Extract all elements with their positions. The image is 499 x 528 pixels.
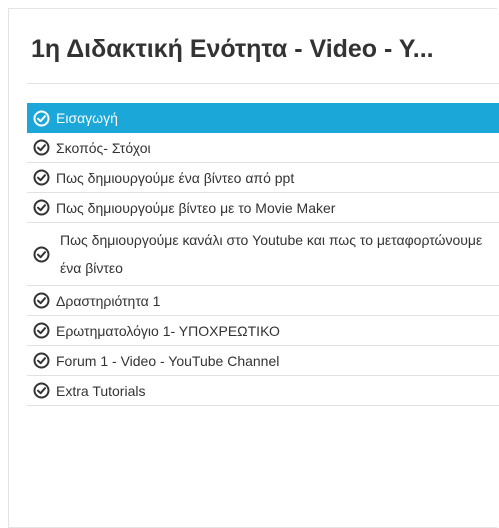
lesson-label: Δραστηριότητα 1 bbox=[56, 292, 161, 309]
lesson-label: Ερωτηματολόγιο 1- ΥΠΟΧΡΕΩΤΙΚΟ bbox=[56, 322, 280, 339]
lesson-item-questionnaire-1[interactable]: Ερωτηματολόγιο 1- ΥΠΟΧΡΕΩΤΙΚΟ bbox=[27, 316, 499, 346]
check-circle-icon bbox=[33, 169, 50, 186]
lesson-list: Εισαγωγή Σκοπός- Στόχοι Πως δημιουργούμε… bbox=[27, 103, 499, 406]
lesson-item-introduction[interactable]: Εισαγωγή bbox=[27, 103, 499, 133]
lesson-label: Extra Tutorials bbox=[56, 382, 146, 399]
check-circle-icon bbox=[33, 199, 50, 216]
lesson-item-ppt-video[interactable]: Πως δημιουργούμε ένα βίντεο από ppt bbox=[27, 163, 499, 193]
lesson-label: Forum 1 - Video - YouTube Channel bbox=[56, 352, 280, 369]
check-circle-icon bbox=[33, 382, 50, 399]
check-circle-icon bbox=[33, 292, 50, 309]
check-circle-icon bbox=[33, 352, 50, 369]
lesson-item-goals[interactable]: Σκοπός- Στόχοι bbox=[27, 133, 499, 163]
lesson-label: Σκοπός- Στόχοι bbox=[56, 139, 151, 156]
check-circle-icon bbox=[33, 322, 50, 339]
lesson-label: Εισαγωγή bbox=[56, 110, 118, 126]
section-title: 1η Διδακτική Ενότητα - Video - Y... bbox=[31, 35, 434, 63]
lesson-label: Πως δημιουργούμε κανάλι στο Youtube και … bbox=[60, 232, 483, 276]
check-circle-icon bbox=[33, 246, 50, 263]
check-circle-icon bbox=[33, 110, 50, 127]
course-section-panel: 1η Διδακτική Ενότητα - Video - Y... Εισα… bbox=[8, 8, 499, 528]
lesson-item-extra-tutorials[interactable]: Extra Tutorials bbox=[27, 376, 499, 406]
lesson-label: Πως δημιουργούμε βίντεο με το Movie Make… bbox=[56, 199, 336, 216]
lesson-item-movie-maker[interactable]: Πως δημιουργούμε βίντεο με το Movie Make… bbox=[27, 193, 499, 223]
title-divider bbox=[27, 83, 499, 84]
lesson-item-activity-1[interactable]: Δραστηριότητα 1 bbox=[27, 286, 499, 316]
lesson-item-forum-1[interactable]: Forum 1 - Video - YouTube Channel bbox=[27, 346, 499, 376]
check-circle-icon bbox=[33, 139, 50, 156]
lesson-label: Πως δημιουργούμε ένα βίντεο από ppt bbox=[56, 169, 295, 186]
lesson-item-youtube-channel[interactable]: Πως δημιουργούμε κανάλι στο Youtube και … bbox=[27, 223, 499, 286]
